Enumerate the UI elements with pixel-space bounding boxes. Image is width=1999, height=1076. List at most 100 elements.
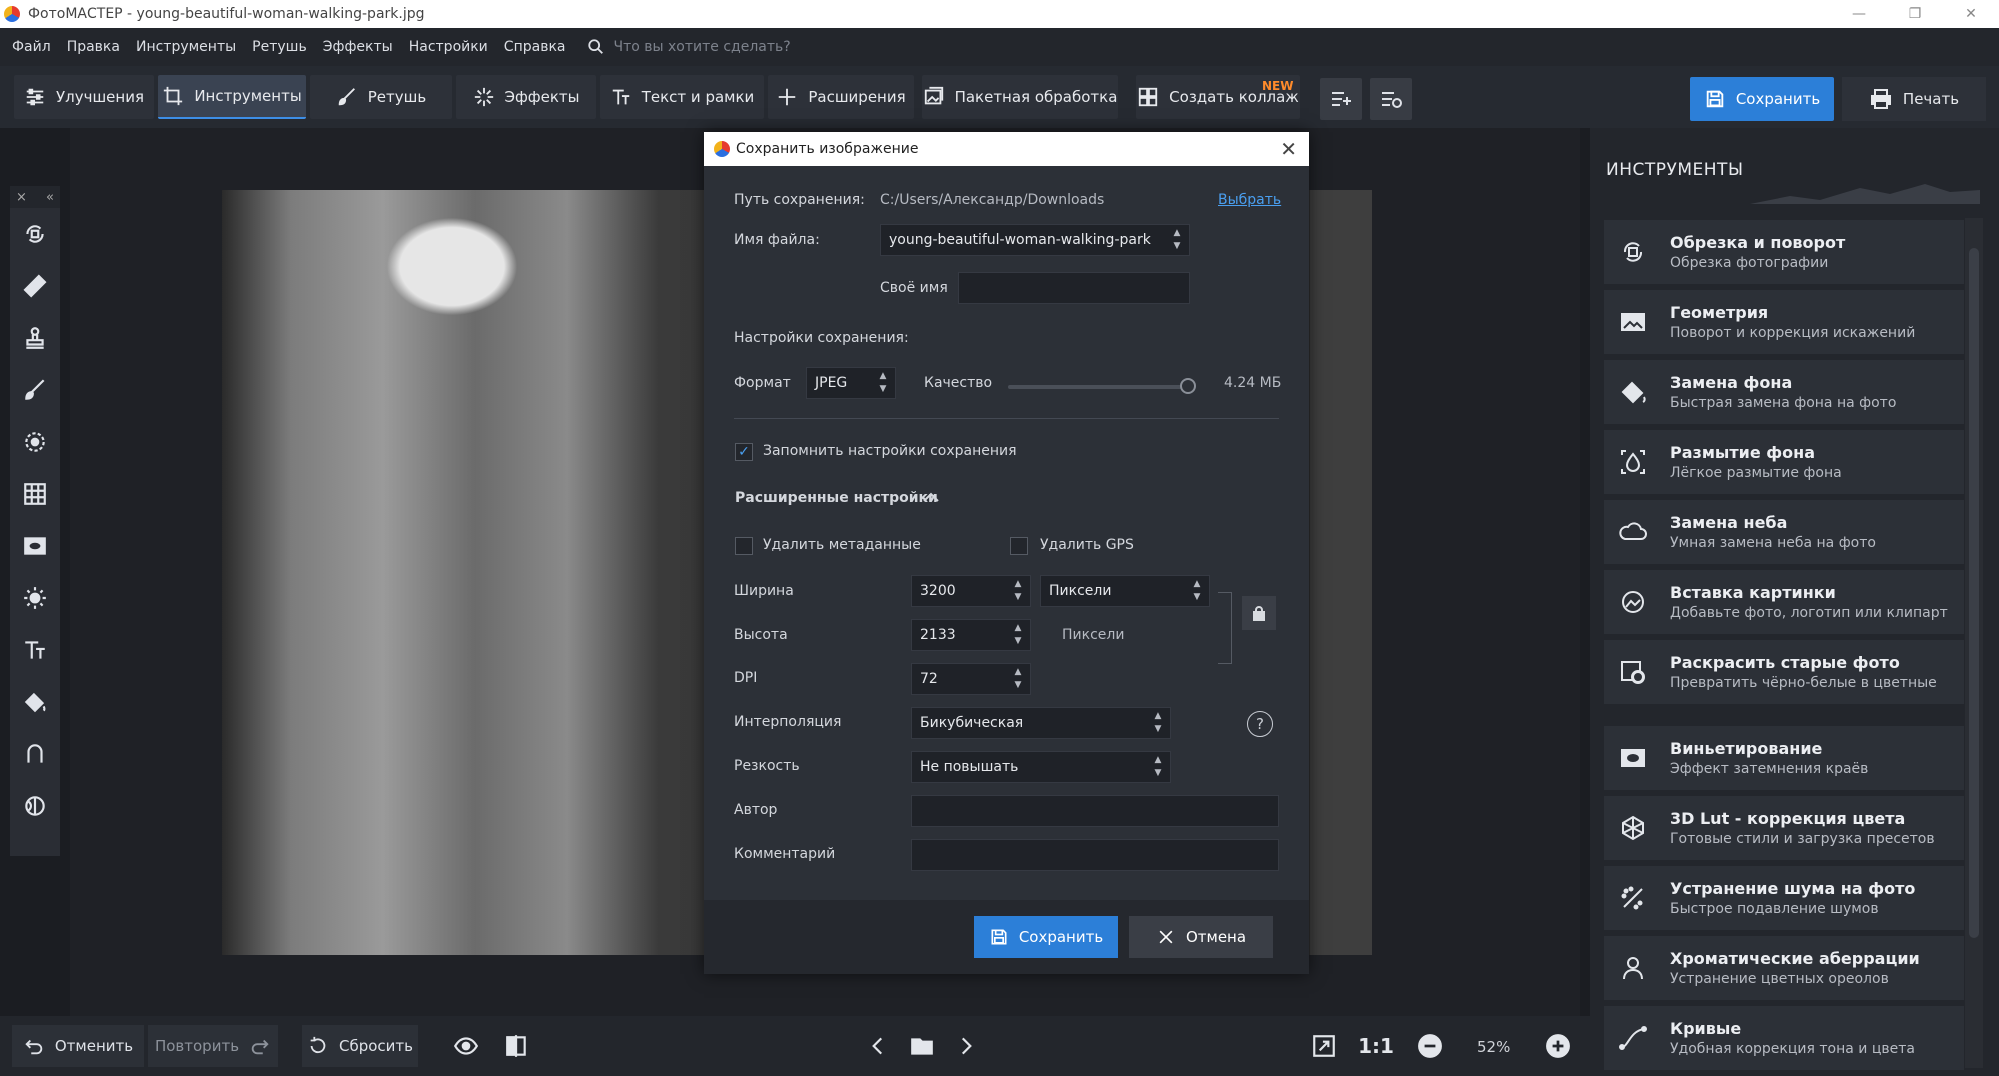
redo-button[interactable]: Повторить (148, 1025, 278, 1067)
dialog-cancel-button[interactable]: Отмена (1129, 916, 1273, 958)
interpolation-label: Интерполяция (734, 714, 842, 730)
tool-card-bg-blur[interactable]: Размытие фона Лёгкое размытие фона (1604, 430, 1964, 494)
menu-help[interactable]: Справка (504, 39, 566, 55)
tool-crop-rotate[interactable] (10, 208, 60, 260)
sharpness-select[interactable]: Не повышать ▲ ▼ (911, 751, 1171, 783)
fit-screen-button[interactable] (1302, 1025, 1346, 1067)
zoom-1-1-button[interactable]: 1:1 (1354, 1025, 1398, 1067)
author-label: Автор (734, 802, 778, 818)
tool-lasso[interactable] (10, 728, 60, 780)
menu-tools[interactable]: Инструменты (136, 39, 236, 55)
tool-text[interactable] (10, 624, 60, 676)
tool-stamp[interactable] (10, 312, 60, 364)
tool-card-sky-replace[interactable]: Замена неба Умная замена неба на фото (1604, 500, 1964, 564)
comment-input[interactable] (911, 839, 1279, 871)
dialog-title-bar: Сохранить изображение ✕ (704, 132, 1309, 166)
tool-mask[interactable] (10, 780, 60, 832)
tab-text-frames[interactable]: Текст и рамки (600, 75, 764, 119)
stepper-icon[interactable]: ▲ ▼ (1012, 624, 1024, 646)
tool-radial[interactable] (10, 416, 60, 468)
tool-card-curves[interactable]: Кривые Удобная коррекция тона и цвета (1604, 1006, 1964, 1070)
minimize-icon[interactable]: — (1831, 0, 1887, 28)
remove-metadata-checkbox[interactable] (735, 537, 753, 555)
zoom-in-button[interactable] (1536, 1025, 1580, 1067)
format-select[interactable]: JPEG ▲ ▼ (806, 367, 896, 399)
tab-effects[interactable]: Эффекты (456, 75, 596, 119)
tool-card-colorize[interactable]: Раскрасить старые фото Превратить чёрно-б… (1604, 640, 1964, 704)
height-input[interactable]: 2133 ▲ ▼ (911, 619, 1031, 651)
menu-edit[interactable]: Правка (67, 39, 120, 55)
add-preset-button[interactable] (1320, 78, 1362, 120)
restore-icon[interactable]: ❐ (1887, 0, 1943, 28)
print-button[interactable]: Печать (1842, 77, 1986, 121)
tool-light[interactable] (10, 572, 60, 624)
filename-select[interactable]: young-beautiful-woman-walking-park ▲ ▼ (880, 224, 1190, 256)
menu-file[interactable]: Файл (12, 39, 51, 55)
close-panel-icon[interactable]: × (16, 190, 27, 205)
dialog-save-button[interactable]: Сохранить (974, 916, 1118, 958)
aspect-lock-button[interactable] (1242, 596, 1276, 630)
tool-card-insert-image[interactable]: Вставка картинки Добавьте фото, логотип и… (1604, 570, 1964, 634)
interpolation-select[interactable]: Бикубическая ▲ ▼ (911, 707, 1171, 739)
tool-fill[interactable] (10, 676, 60, 728)
tab-extensions[interactable]: Расширения (768, 75, 914, 119)
close-window-icon[interactable]: ✕ (1943, 0, 1999, 28)
tool-card-bg-replace[interactable]: Замена фона Быстрая замена фона на фото (1604, 360, 1964, 424)
custom-name-input[interactable] (958, 272, 1190, 304)
tab-tools[interactable]: Инструменты (158, 75, 306, 119)
chevron-up-icon[interactable] (922, 490, 940, 504)
paint-bucket-icon (24, 692, 46, 713)
dpi-input[interactable]: 72 ▲ ▼ (911, 663, 1031, 695)
zoom-out-button[interactable] (1408, 1025, 1452, 1067)
download-preset-button[interactable] (1370, 78, 1412, 120)
save-button[interactable]: Сохранить (1690, 77, 1834, 121)
tool-card-3d-lut[interactable]: 3D Lut - коррекция цвета Готовые стили и … (1604, 796, 1964, 860)
compare-toggle[interactable] (494, 1025, 538, 1067)
tool-card-chromatic[interactable]: Хроматические аберрации Устранение цветны… (1604, 936, 1964, 1000)
menu-settings[interactable]: Настройки (409, 39, 488, 55)
tool-card-vignette[interactable]: Виньетирование Эффект затемнения краёв (1604, 726, 1964, 790)
quality-slider-handle[interactable] (1180, 378, 1196, 394)
prev-image-button[interactable] (856, 1025, 900, 1067)
tool-name: Геометрия (1670, 303, 1769, 322)
collapse-panel-icon[interactable]: « (46, 190, 54, 205)
tab-retouch[interactable]: Ретушь (310, 75, 452, 119)
tool-card-denoise[interactable]: Устранение шума на фото Быстрое подавлени… (1604, 866, 1964, 930)
filename-value: young-beautiful-woman-walking-park (889, 232, 1151, 248)
format-value: JPEG (815, 375, 848, 391)
tool-card-crop-rotate[interactable]: Обрезка и поворот Обрезка фотографии (1604, 220, 1964, 284)
tool-vignette[interactable] (10, 520, 60, 572)
search-input[interactable]: Что вы хотите сделать? (613, 39, 790, 55)
menu-effects[interactable]: Эффекты (323, 39, 393, 55)
quality-slider[interactable] (1008, 385, 1190, 389)
open-folder-button[interactable] (900, 1025, 944, 1067)
search-icon[interactable] (587, 38, 605, 56)
unit-select[interactable]: Пиксели ▲ ▼ (1040, 575, 1210, 607)
remember-settings-checkbox[interactable]: ✓ (735, 443, 753, 461)
tool-brush[interactable] (10, 364, 60, 416)
next-image-button[interactable] (944, 1025, 988, 1067)
batch-processing-button[interactable]: Пакетная обработка (922, 75, 1118, 119)
scrollbar-thumb[interactable] (1969, 248, 1979, 938)
advanced-settings-toggle[interactable]: Расширенные настройки (735, 490, 938, 506)
tool-gradient[interactable] (10, 468, 60, 520)
reset-button[interactable]: Сбросить (302, 1025, 418, 1067)
stepper-icon[interactable]: ▲ ▼ (1012, 668, 1024, 690)
remove-gps-checkbox[interactable] (1010, 537, 1028, 555)
undo-button[interactable]: Отменить (12, 1025, 144, 1067)
stepper-icon[interactable]: ▲ ▼ (1012, 580, 1024, 602)
new-badge: NEW (1262, 79, 1294, 93)
help-icon[interactable]: ? (1247, 711, 1273, 737)
tools-scrollbar[interactable] (1965, 218, 1983, 1068)
dialog-close-icon[interactable]: ✕ (1280, 137, 1297, 161)
choose-folder-link[interactable]: Выбрать (1218, 192, 1281, 208)
width-input[interactable]: 3200 ▲ ▼ (911, 575, 1031, 607)
author-input[interactable] (911, 795, 1279, 827)
preview-toggle[interactable] (444, 1025, 488, 1067)
tool-heal[interactable] (10, 260, 60, 312)
floppy-icon (1706, 90, 1724, 108)
minus-circle-icon (1418, 1034, 1442, 1058)
tab-enhance[interactable]: Улучшения (14, 75, 154, 119)
tool-card-geometry[interactable]: Геометрия Поворот и коррекция искажений (1604, 290, 1964, 354)
menu-retouch[interactable]: Ретушь (252, 39, 307, 55)
